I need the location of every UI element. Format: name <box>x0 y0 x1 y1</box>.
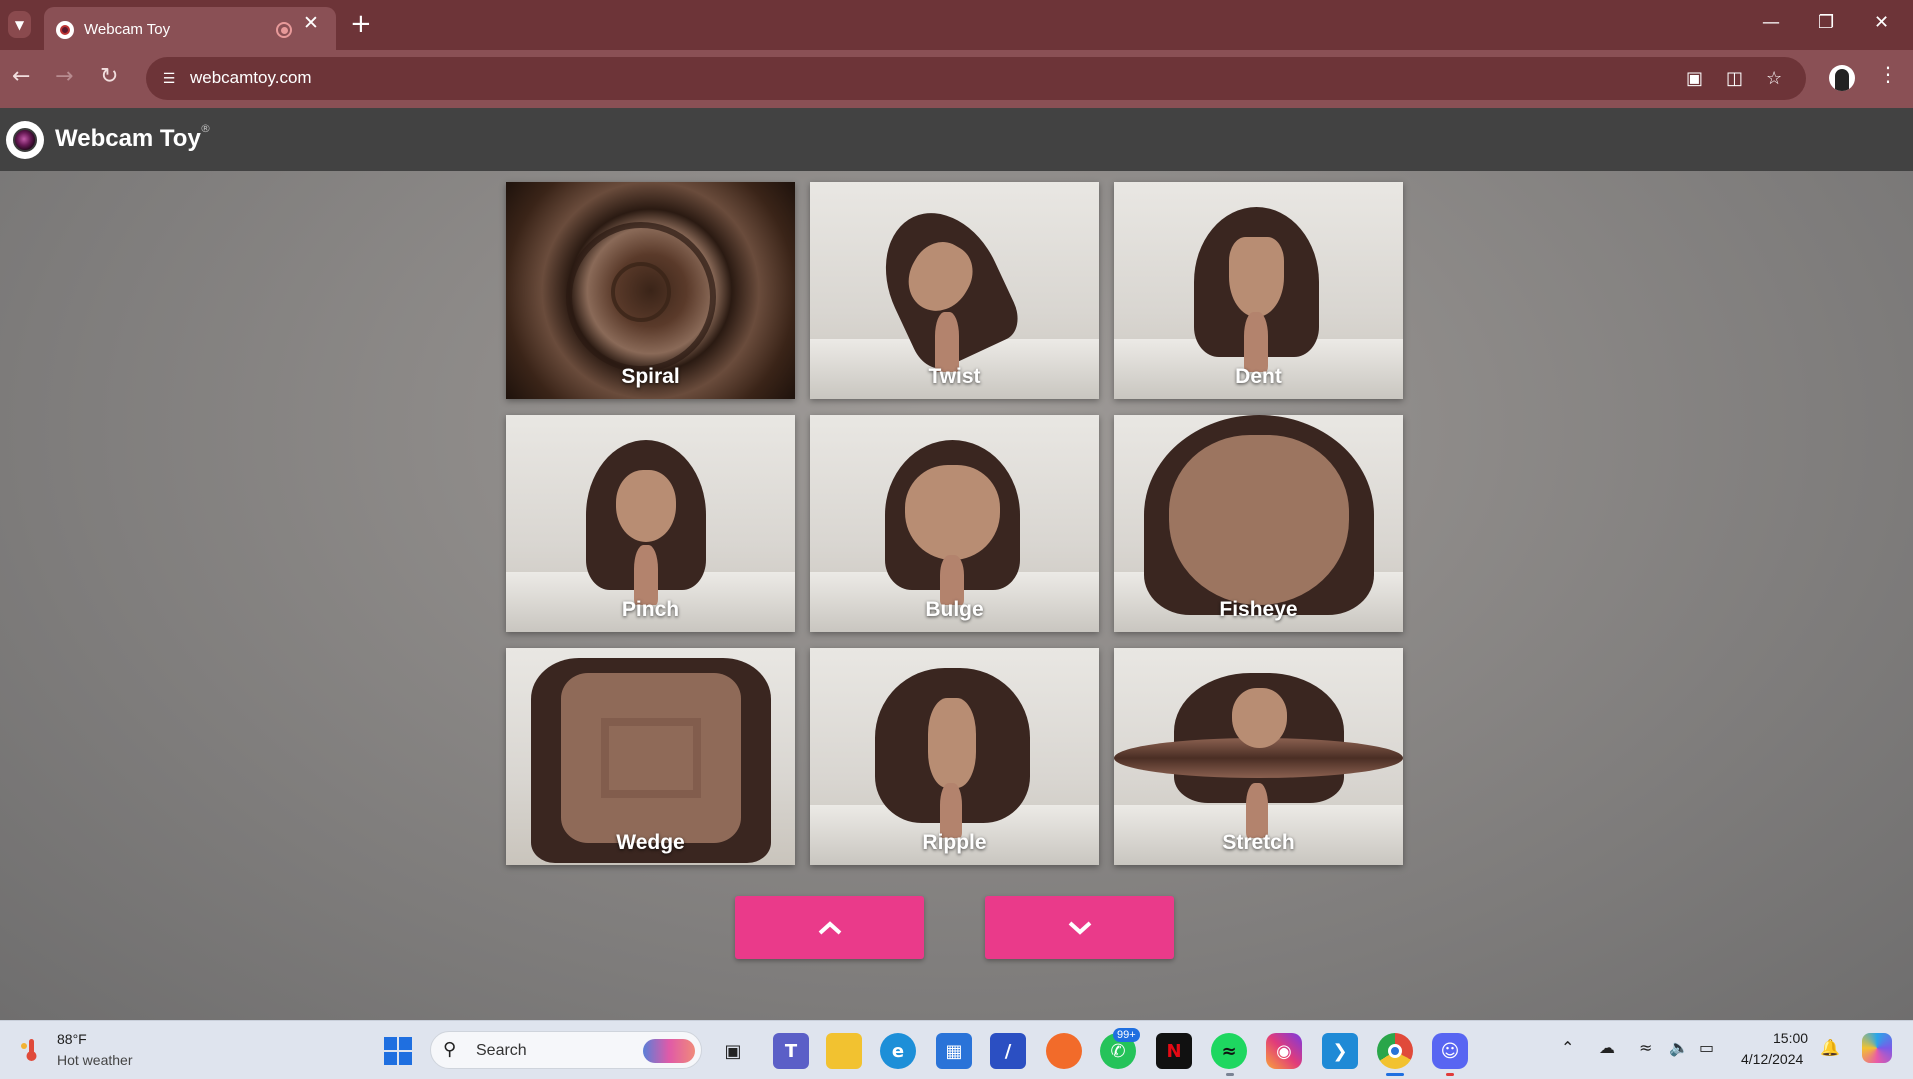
spotify-icon[interactable]: ≈ <box>1211 1033 1247 1069</box>
weather-desc[interactable]: Hot weather <box>57 1052 132 1068</box>
browser-toolbar: ← → ↻ ☰ webcamtoy.com ▣ ◫ ☆ ⋮ <box>0 50 1913 108</box>
favicon-icon <box>56 21 74 39</box>
copilot-icon[interactable] <box>1862 1033 1892 1063</box>
effect-tile-spiral[interactable]: Spiral <box>506 182 795 399</box>
tab-title: Webcam Toy <box>84 21 171 38</box>
chevron-up-icon <box>818 920 841 934</box>
show-hidden-icons-icon[interactable]: ⌃ <box>1561 1038 1574 1057</box>
weather-temp[interactable]: 88°F <box>57 1031 87 1047</box>
page-down-button[interactable] <box>985 896 1174 959</box>
new-tab-icon[interactable]: + <box>350 9 372 39</box>
wifi-icon[interactable]: ≈ <box>1639 1038 1652 1057</box>
profile-icon[interactable] <box>1829 65 1855 91</box>
whatsapp-badge: 99+ <box>1113 1028 1140 1042</box>
tab-list-icon[interactable]: ▼ <box>8 11 31 38</box>
window-close-icon[interactable]: ✕ <box>1874 12 1889 33</box>
effect-label: Dent <box>1235 365 1282 388</box>
effect-label: Stretch <box>1222 831 1295 854</box>
clock-date[interactable]: 4/12/2024 <box>1741 1051 1803 1067</box>
reload-icon[interactable]: ↻ <box>100 64 118 89</box>
site-title[interactable]: Webcam Toy <box>55 125 201 153</box>
webcam-logo-icon[interactable] <box>6 121 44 159</box>
onedrive-icon[interactable]: ☁ <box>1599 1038 1615 1057</box>
windows-taskbar: 88°F Hot weather ⚲ Search ▣ T e ▦ / ✆ 99… <box>0 1020 1913 1079</box>
file-explorer-icon[interactable] <box>826 1033 862 1069</box>
effect-label: Fisheye <box>1219 598 1298 621</box>
bookmark-star-icon[interactable]: ☆ <box>1766 68 1782 89</box>
notifications-icon[interactable]: 🔔 <box>1820 1038 1840 1057</box>
close-icon[interactable]: ✕ <box>303 12 319 34</box>
recording-icon <box>276 22 292 38</box>
task-view-icon[interactable]: ▣ <box>715 1033 751 1069</box>
effect-tile-stretch[interactable]: Stretch <box>1114 648 1403 865</box>
address-bar[interactable]: ☰ webcamtoy.com ▣ ◫ ☆ <box>146 57 1806 100</box>
back-icon[interactable]: ← <box>12 64 30 89</box>
effect-tile-dent[interactable]: Dent <box>1114 182 1403 399</box>
effect-tile-twist[interactable]: Twist <box>810 182 1099 399</box>
spotify-running-indicator <box>1226 1073 1234 1076</box>
chrome-running-indicator <box>1386 1073 1404 1076</box>
teams-icon[interactable]: T <box>773 1033 809 1069</box>
instagram-icon[interactable]: ◉ <box>1266 1033 1302 1069</box>
discord-running-indicator <box>1446 1073 1454 1076</box>
search-icon: ⚲ <box>443 1039 457 1060</box>
effect-label: Pinch <box>621 598 680 621</box>
edge-icon[interactable]: e <box>880 1033 916 1069</box>
site-info-icon[interactable]: ☰ <box>156 66 182 92</box>
effect-tile-bulge[interactable]: Bulge <box>810 415 1099 632</box>
effect-tile-fisheye[interactable]: Fisheye <box>1114 415 1403 632</box>
forward-icon[interactable]: → <box>55 64 73 89</box>
effect-label: Wedge <box>616 831 685 854</box>
vscode-icon[interactable]: ❯ <box>1322 1033 1358 1069</box>
effect-tile-pinch[interactable]: Pinch <box>506 415 795 632</box>
page-up-button[interactable] <box>735 896 924 959</box>
volume-icon[interactable]: 🔈 <box>1669 1038 1689 1057</box>
restore-icon[interactable]: ❐ <box>1818 12 1834 33</box>
search-highlight-icon <box>643 1039 695 1063</box>
menu-icon[interactable]: ⋮ <box>1878 62 1898 86</box>
discord-icon[interactable]: ☺ <box>1432 1033 1468 1069</box>
search-placeholder: Search <box>476 1042 527 1059</box>
browser-tab[interactable]: Webcam Toy <box>44 7 336 50</box>
microsoft-store-icon[interactable]: ▦ <box>936 1033 972 1069</box>
registered-mark: ® <box>200 122 211 135</box>
site-header: Webcam Toy ® <box>0 108 1913 171</box>
effect-label: Bulge <box>925 598 984 621</box>
effect-label: Ripple <box>922 831 987 854</box>
clock-time[interactable]: 15:00 <box>1773 1030 1808 1046</box>
camera-icon[interactable]: ▣ <box>1686 68 1703 89</box>
chevron-down-icon <box>1068 921 1091 935</box>
battery-icon[interactable]: ▭ <box>1699 1038 1714 1057</box>
effect-label: Spiral <box>621 365 680 388</box>
url-text[interactable]: webcamtoy.com <box>190 68 312 88</box>
chrome-icon[interactable] <box>1377 1033 1413 1069</box>
app-icon[interactable]: / <box>990 1033 1026 1069</box>
effect-tile-ripple[interactable]: Ripple <box>810 648 1099 865</box>
page-content: Webcam Toy ® Spiral Twist Dent Pinch Bul… <box>0 108 1913 1020</box>
translate-icon[interactable]: ◫ <box>1726 68 1743 89</box>
browser-tab-bar: ▼ Webcam Toy ✕ + — ❐ ✕ <box>0 0 1913 50</box>
thermometer-icon[interactable] <box>18 1037 44 1063</box>
netflix-icon[interactable]: N <box>1156 1033 1192 1069</box>
start-icon[interactable] <box>384 1037 412 1065</box>
taskbar-search[interactable]: ⚲ Search <box>430 1031 702 1069</box>
effect-tile-wedge[interactable]: Wedge <box>506 648 795 865</box>
firefox-icon[interactable] <box>1046 1033 1082 1069</box>
minimize-icon[interactable]: — <box>1762 12 1780 33</box>
effect-label: Twist <box>928 365 981 388</box>
